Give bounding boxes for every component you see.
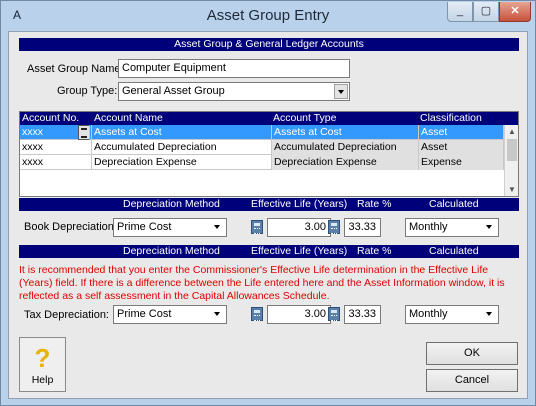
chevron-down-icon[interactable] bbox=[483, 220, 497, 235]
depreciation-method-header: Depreciation Method bbox=[123, 198, 220, 210]
asset-group-name-input[interactable]: Computer Equipment bbox=[118, 59, 350, 78]
column-header: Account Name bbox=[94, 112, 163, 124]
rate-header: Rate % bbox=[357, 245, 392, 257]
group-type-select[interactable]: General Asset Group bbox=[118, 82, 350, 101]
group-type-label: Group Type: bbox=[57, 85, 118, 97]
account-type-cell[interactable]: Assets at Cost bbox=[272, 125, 419, 140]
account-type-cell: Depreciation Expense bbox=[272, 155, 419, 170]
account-type-cell: Accumulated Depreciation bbox=[272, 140, 419, 155]
cancel-button[interactable]: Cancel bbox=[426, 369, 518, 392]
table-row[interactable]: xxxx Assets at Cost Assets at Cost Asset bbox=[20, 125, 504, 140]
minimize-button[interactable]: _ bbox=[447, 2, 473, 22]
tax-depreciation-header: Depreciation Method Effective Life (Year… bbox=[19, 245, 519, 258]
effective-life-warning: It is recommended that you enter the Com… bbox=[19, 264, 505, 302]
maximize-button[interactable]: ▢ bbox=[473, 2, 499, 22]
book-method-value: Prime Cost bbox=[117, 221, 172, 233]
book-calculated-value: Monthly bbox=[409, 221, 448, 233]
help-button-label: Help bbox=[31, 374, 54, 386]
account-lookup-icon[interactable] bbox=[78, 125, 90, 140]
book-depreciation-header: Depreciation Method Effective Life (Year… bbox=[19, 198, 519, 211]
classification-cell: Expense bbox=[419, 155, 504, 170]
tax-method-select[interactable]: Prime Cost bbox=[113, 305, 227, 324]
column-header: Account No. bbox=[22, 112, 80, 124]
account-name-cell[interactable]: Accumulated Depreciation bbox=[92, 140, 272, 155]
calculator-icon[interactable] bbox=[328, 307, 340, 321]
table-row[interactable]: xxxx Depreciation Expense Depreciation E… bbox=[20, 155, 504, 170]
table-row[interactable]: xxxx Accumulated Depreciation Accumulate… bbox=[20, 140, 504, 155]
tax-rate-input[interactable]: 33.33 bbox=[344, 305, 381, 324]
dialog-body: Asset Group & General Ledger Accounts As… bbox=[8, 31, 528, 399]
accounts-table-header: Account No. Account Name Account Type Cl… bbox=[20, 112, 518, 125]
account-no-cell[interactable]: xxxx bbox=[20, 140, 92, 155]
classification-cell: Asset bbox=[419, 140, 504, 155]
account-no-cell[interactable]: xxxx bbox=[20, 125, 92, 140]
calculator-icon[interactable] bbox=[251, 307, 263, 321]
book-rate-input[interactable]: 33.33 bbox=[344, 218, 381, 237]
help-icon: ? bbox=[34, 343, 51, 373]
effective-life-header: Effective Life (Years) bbox=[251, 198, 348, 210]
rate-header: Rate % bbox=[357, 198, 392, 210]
account-name-cell[interactable]: Depreciation Expense bbox=[92, 155, 272, 170]
column-header: Account Type bbox=[273, 112, 337, 124]
tax-method-value: Prime Cost bbox=[117, 308, 172, 320]
chevron-down-icon[interactable] bbox=[334, 84, 348, 99]
tax-life-input[interactable]: 3.00 bbox=[267, 305, 331, 324]
scroll-up-icon[interactable]: ▲ bbox=[505, 125, 519, 138]
chevron-down-icon[interactable] bbox=[211, 307, 225, 322]
tax-calculated-select[interactable]: Monthly bbox=[405, 305, 499, 324]
ok-button[interactable]: OK bbox=[426, 342, 518, 365]
scroll-down-icon[interactable]: ▼ bbox=[505, 183, 519, 196]
calculated-header: Calculated bbox=[429, 245, 479, 257]
calculator-icon[interactable] bbox=[328, 220, 340, 234]
tax-depreciation-label: Tax Depreciation: bbox=[24, 309, 109, 321]
book-method-select[interactable]: Prime Cost bbox=[113, 218, 227, 237]
asset-group-entry-window: A Asset Group Entry _ ▢ ✕ Asset Group & … bbox=[0, 0, 536, 406]
accounts-table: Account No. Account Name Account Type Cl… bbox=[19, 111, 519, 197]
title-bar[interactable]: A Asset Group Entry _ ▢ ✕ bbox=[1, 1, 535, 31]
depreciation-method-header: Depreciation Method bbox=[123, 245, 220, 257]
classification-cell[interactable]: Asset bbox=[419, 125, 504, 140]
account-no-value: xxxx bbox=[22, 126, 43, 138]
book-depreciation-label: Book Depreciation: bbox=[24, 221, 117, 233]
help-button[interactable]: ? Help bbox=[19, 337, 66, 392]
asset-group-name-label: Asset Group Name: bbox=[27, 63, 124, 75]
book-life-input[interactable]: 3.00 bbox=[267, 218, 331, 237]
calculator-icon[interactable] bbox=[251, 220, 263, 234]
tax-calculated-value: Monthly bbox=[409, 308, 448, 320]
chevron-down-icon[interactable] bbox=[483, 307, 497, 322]
section-header-accounts: Asset Group & General Ledger Accounts bbox=[19, 38, 519, 51]
close-button[interactable]: ✕ bbox=[499, 2, 531, 22]
chevron-down-icon[interactable] bbox=[211, 220, 225, 235]
calculated-header: Calculated bbox=[429, 198, 479, 210]
effective-life-header: Effective Life (Years) bbox=[251, 245, 348, 257]
column-header: Classification bbox=[420, 112, 482, 124]
book-calculated-select[interactable]: Monthly bbox=[405, 218, 499, 237]
account-name-cell[interactable]: Assets at Cost bbox=[92, 125, 272, 140]
group-type-value: General Asset Group bbox=[122, 85, 225, 97]
table-scrollbar[interactable]: ▲ ▼ bbox=[504, 125, 518, 196]
scroll-thumb[interactable] bbox=[507, 139, 517, 161]
account-no-cell[interactable]: xxxx bbox=[20, 155, 92, 170]
